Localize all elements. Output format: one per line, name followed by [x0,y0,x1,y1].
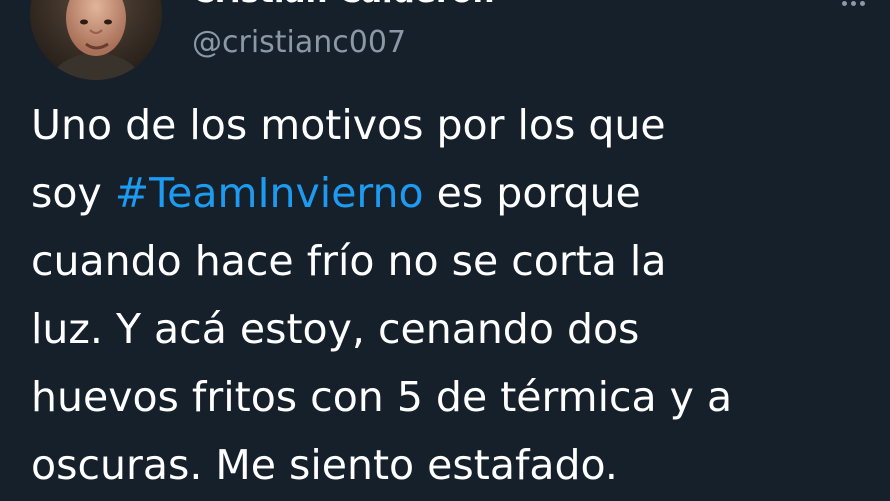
tweet-text: Uno de los motivos por los que soy #Team… [31,91,881,499]
tweet-line: soy #TeamInvierno es porque [31,159,881,227]
profile-photo-icon [30,0,162,80]
more-dot [841,1,847,6]
more-icon[interactable] [838,0,868,6]
tweet-line: Uno de los motivos por los que [31,101,666,149]
author-display-name[interactable]: Cristian Calderon [192,0,495,10]
tweet-text-fragment: soy [31,169,115,217]
tweet-line: huevos fritos con 5 de térmica y a [31,373,733,421]
tweet-card: Cristian Calderon @cristianc007 Uno de l… [0,0,890,501]
tweet-text-fragment: es porque [423,169,641,217]
tweet-line: cuando hace frío no se corta la [31,237,667,285]
tweet-line: oscuras. Me siento estafado. [31,441,618,489]
hashtag-link[interactable]: #TeamInvierno [115,169,424,217]
more-dot [859,1,865,6]
more-dot [850,1,856,6]
author-handle[interactable]: @cristianc007 [192,24,406,62]
author-avatar[interactable] [30,0,162,80]
tweet-line: luz. Y acá estoy, cenando dos [31,305,640,353]
